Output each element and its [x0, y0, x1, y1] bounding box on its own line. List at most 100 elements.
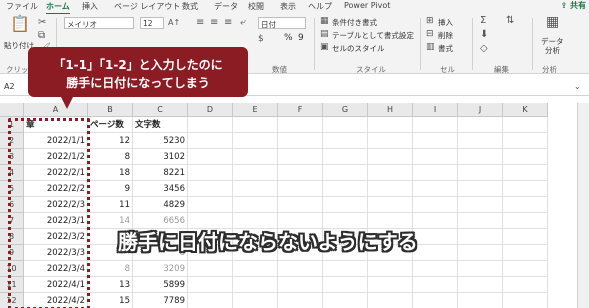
- grid-cell[interactable]: [503, 213, 548, 229]
- grid-cell[interactable]: [323, 277, 368, 293]
- grid-cell[interactable]: [503, 117, 548, 133]
- grid-cell[interactable]: 15: [88, 293, 133, 308]
- grid-cell[interactable]: [233, 165, 278, 181]
- grid-cell[interactable]: 5230: [133, 133, 188, 149]
- number-format-select[interactable]: 日付: [258, 17, 306, 29]
- format-cells-icon[interactable]: ▥: [426, 41, 435, 53]
- grid-cell[interactable]: [323, 117, 368, 133]
- grid-cell[interactable]: [323, 293, 368, 308]
- grid-cell[interactable]: [188, 165, 233, 181]
- tab-page-layout[interactable]: ページ レイアウト: [114, 1, 180, 12]
- grid-cell[interactable]: [233, 181, 278, 197]
- column-header-b[interactable]: B: [88, 103, 133, 117]
- grid-cell[interactable]: [323, 197, 368, 213]
- grid-cell[interactable]: [188, 293, 233, 308]
- grid-cell[interactable]: [368, 181, 413, 197]
- tab-power-pivot[interactable]: Power Pivot: [344, 1, 390, 10]
- grid-cell[interactable]: [368, 165, 413, 181]
- grid-cell[interactable]: [413, 197, 458, 213]
- grid-cell[interactable]: [368, 197, 413, 213]
- grid-cell[interactable]: [503, 165, 548, 181]
- conditional-format-button[interactable]: 条件付き書式: [332, 17, 377, 28]
- grid-cell[interactable]: [233, 261, 278, 277]
- grid-cell[interactable]: [368, 117, 413, 133]
- grid-cell[interactable]: [503, 277, 548, 293]
- column-header-c[interactable]: C: [133, 103, 188, 117]
- grid-cell[interactable]: [458, 181, 503, 197]
- insert-cells-button[interactable]: 挿入: [438, 17, 453, 28]
- grid-cell[interactable]: [323, 181, 368, 197]
- data-analysis-label-2[interactable]: 分析: [545, 45, 560, 56]
- tab-insert[interactable]: 挿入: [82, 1, 98, 12]
- grid-cell[interactable]: [368, 149, 413, 165]
- tab-view[interactable]: 表示: [280, 1, 296, 12]
- font-size-select[interactable]: 12: [140, 17, 164, 29]
- delete-cells-icon[interactable]: ⊟: [426, 28, 434, 40]
- grid-cell[interactable]: [368, 133, 413, 149]
- grid-cell[interactable]: [188, 197, 233, 213]
- expand-formula-icon[interactable]: ⌄: [574, 81, 581, 93]
- tab-data[interactable]: データ: [214, 1, 238, 12]
- grid-cell[interactable]: [278, 277, 323, 293]
- percent-button[interactable]: %: [284, 33, 293, 43]
- align-middle-icon[interactable]: ≡: [210, 17, 218, 29]
- grid-cell[interactable]: [458, 149, 503, 165]
- grid-cell[interactable]: [188, 181, 233, 197]
- vertical-scrollbar[interactable]: [577, 103, 589, 308]
- grid-cell[interactable]: [458, 117, 503, 133]
- tab-home[interactable]: ホーム: [46, 1, 70, 15]
- grid-cell[interactable]: [233, 133, 278, 149]
- grid-cell[interactable]: [458, 293, 503, 308]
- grid-cell[interactable]: 9: [88, 181, 133, 197]
- grid-cell[interactable]: [503, 293, 548, 308]
- grid-cell[interactable]: [458, 245, 503, 261]
- align-top-icon[interactable]: ≡: [196, 17, 204, 29]
- grid-cell[interactable]: [413, 181, 458, 197]
- grid-cell[interactable]: [233, 293, 278, 308]
- grid-cell[interactable]: 3102: [133, 149, 188, 165]
- cell-style-icon[interactable]: ▣: [320, 41, 329, 53]
- grid-cell[interactable]: [458, 165, 503, 181]
- grid-cell[interactable]: 3209: [133, 261, 188, 277]
- share-button[interactable]: ⇪ 共有: [561, 0, 587, 11]
- grid-cell[interactable]: [503, 149, 548, 165]
- grid-cell[interactable]: 文字数: [133, 117, 188, 133]
- conditional-format-icon[interactable]: ▦: [320, 15, 329, 27]
- autosum-icon[interactable]: Σ: [480, 15, 486, 27]
- grid-cell[interactable]: [188, 277, 233, 293]
- grid-cell[interactable]: [323, 165, 368, 181]
- column-header-j[interactable]: J: [458, 103, 503, 117]
- grid-cell[interactable]: [323, 133, 368, 149]
- table-format-icon[interactable]: ▤: [320, 28, 329, 40]
- grid-cell[interactable]: [413, 133, 458, 149]
- column-header-i[interactable]: I: [413, 103, 458, 117]
- grid-cell[interactable]: [413, 165, 458, 181]
- grid-cell[interactable]: [278, 293, 323, 308]
- column-header-d[interactable]: D: [188, 103, 233, 117]
- tab-review[interactable]: 校閲: [248, 1, 264, 12]
- grid-cell[interactable]: [458, 277, 503, 293]
- grid-cell[interactable]: [368, 293, 413, 308]
- tab-help[interactable]: ヘルプ: [308, 1, 332, 12]
- grid-cell[interactable]: [368, 277, 413, 293]
- grid-cell[interactable]: [458, 261, 503, 277]
- grid-cell[interactable]: [458, 213, 503, 229]
- column-header-k[interactable]: K: [503, 103, 548, 117]
- delete-cells-button[interactable]: 削除: [438, 30, 453, 41]
- grid-cell[interactable]: [188, 133, 233, 149]
- grid-cell[interactable]: [503, 245, 548, 261]
- grid-cell[interactable]: [278, 261, 323, 277]
- grid-cell[interactable]: [503, 181, 548, 197]
- grid-cell[interactable]: 11: [88, 197, 133, 213]
- column-header-e[interactable]: E: [233, 103, 278, 117]
- grid-cell[interactable]: [458, 229, 503, 245]
- grid-cell[interactable]: [413, 117, 458, 133]
- sort-filter-icon[interactable]: ⇅: [506, 15, 514, 27]
- tab-file[interactable]: ファイル: [6, 1, 38, 12]
- grid-cell[interactable]: [278, 165, 323, 181]
- grid-cell[interactable]: 13: [88, 277, 133, 293]
- currency-icon[interactable]: $: [258, 33, 264, 45]
- tab-formulas[interactable]: 数式: [182, 1, 198, 12]
- grid-cell[interactable]: [278, 149, 323, 165]
- grid-cell[interactable]: [413, 213, 458, 229]
